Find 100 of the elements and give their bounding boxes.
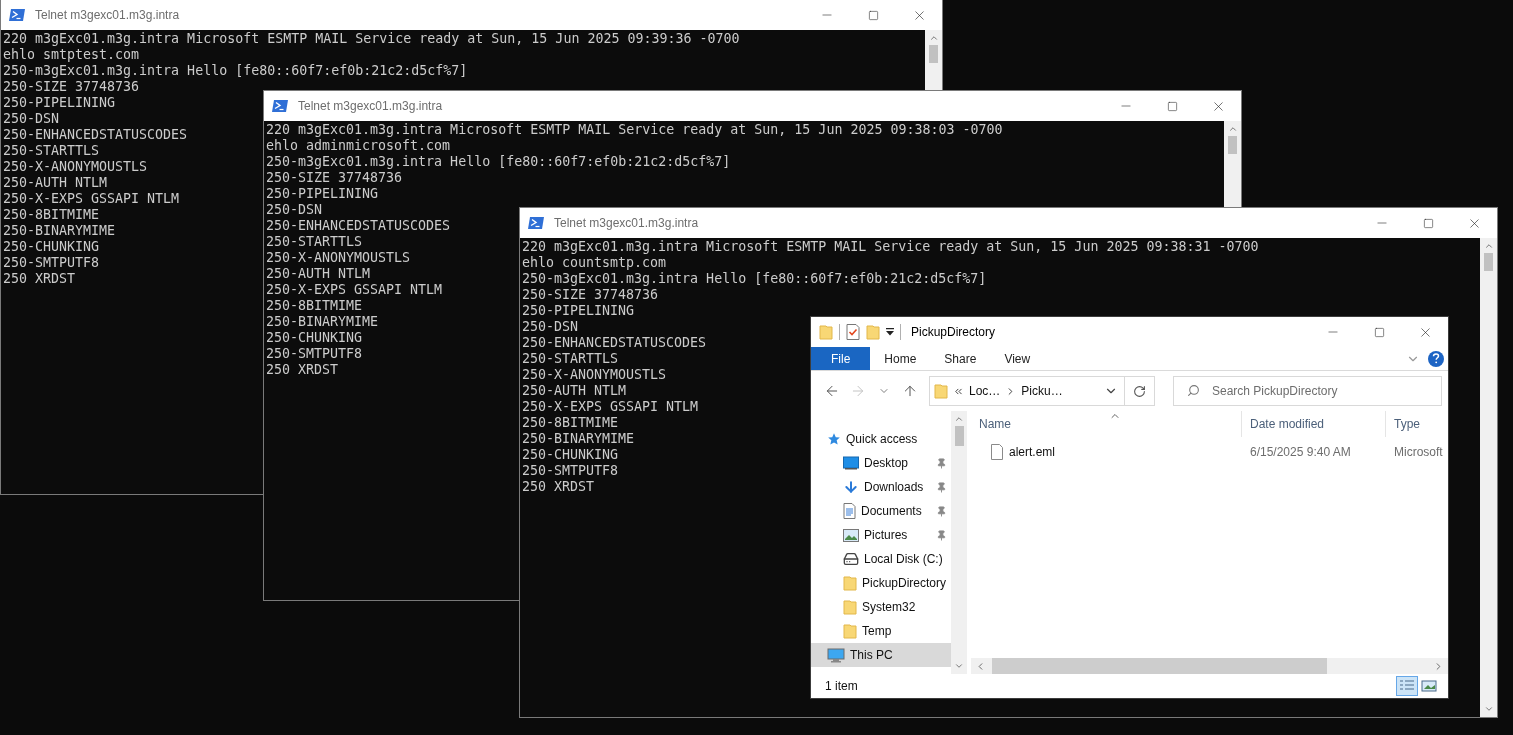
ribbon-tab[interactable]: Home	[870, 347, 931, 370]
terminal-line: 250-m3gExc01.m3g.intra Hello [fe80::60f7:ef0b:21c2:d5cf%7]	[522, 271, 987, 287]
scroll-up-icon[interactable]	[928, 33, 939, 43]
terminal-line: 250-SIZE 37748736	[522, 287, 659, 303]
search-field[interactable]: Search PickupDirectory	[1173, 376, 1442, 406]
help-icon[interactable]	[1428, 350, 1444, 367]
terminal-line: 250-AUTH NTLM	[266, 266, 371, 282]
terminal-line: 250-m3gExc01.m3g.intra Hello [fe80::60f7:ef0b:21c2:d5cf%7]	[266, 154, 731, 170]
sidebar-item[interactable]: Documents	[811, 499, 951, 523]
terminal-line: 250-DSN	[266, 202, 323, 218]
terminal-line: 250 XRDST	[3, 271, 76, 287]
folder-icon	[934, 383, 948, 399]
terminal-line: 250-PIPELINING	[522, 303, 635, 319]
refresh-icon	[1133, 384, 1146, 398]
column-header[interactable]: Type	[1386, 411, 1448, 437]
terminal-line: 250-SMTPUTF8	[266, 346, 363, 362]
sidebar-item[interactable]: Quick access	[811, 427, 951, 451]
maximize-icon	[867, 9, 879, 21]
terminal-line: 220 m3gExc01.m3g.intra Microsoft ESMTP MAIL Service ready at Sun, 15 Jun 2025 09:38:31 -0700	[522, 239, 1259, 255]
file-name: alert.eml	[1009, 445, 1055, 459]
terminal-icon	[528, 216, 544, 230]
file-icon	[991, 444, 1003, 460]
star-icon	[827, 432, 841, 446]
sidebar-item[interactable]: This PC	[811, 643, 951, 667]
terminal-line: 250-AUTH NTLM	[3, 175, 108, 191]
breadcrumb[interactable]: Loc…	[969, 384, 1001, 398]
terminal-line: ehlo adminmicrosoft.com	[266, 138, 451, 154]
scroll-down-icon[interactable]	[954, 661, 964, 671]
terminal-line: 250-CHUNKING	[3, 239, 100, 255]
terminal-line: 250-8BITMIME	[266, 298, 363, 314]
computer-icon	[827, 647, 845, 663]
file-name-cell[interactable]: alert.eml	[971, 444, 1242, 460]
arrow-up-icon	[902, 383, 918, 399]
sidebar-item[interactable]: Desktop	[811, 451, 951, 475]
terminal-line: 220 m3gExc01.m3g.intra Microsoft ESMTP MAIL Service ready at Sun, 15 Jun 2025 09:38:03 -0700	[266, 122, 1003, 138]
details-list-icon	[1399, 679, 1415, 693]
scroll-up-icon[interactable]	[1227, 124, 1238, 134]
terminal-line: 250-X-ANONYMOUSTLS	[3, 159, 148, 175]
file-menu-button[interactable]: File	[811, 347, 871, 370]
folder-icon	[843, 599, 857, 615]
scroll-down-icon[interactable]	[1483, 704, 1494, 714]
terminal-line: 250-m3gExc01.m3g.intra Hello [fe80::60f7:ef0b:21c2:d5cf%7]	[3, 63, 468, 79]
download-arrow-icon	[843, 479, 859, 495]
terminal-icon	[9, 8, 25, 22]
sidebar-item[interactable]: Temp	[811, 619, 951, 643]
address-bar[interactable]: Loc… Picku…	[929, 376, 1155, 406]
picture-icon	[843, 528, 859, 542]
scrollbar-thumb[interactable]	[929, 45, 938, 63]
terminal-line: 250-PIPELINING	[266, 186, 379, 202]
maximize-icon	[1166, 100, 1178, 112]
drive-icon	[843, 551, 859, 567]
scrollbar-thumb[interactable]	[1228, 136, 1237, 154]
terminal-line: 250-8BITMIME	[522, 415, 619, 431]
properties-icon[interactable]	[846, 324, 860, 340]
terminal-line: ehlo smtptest.com	[3, 47, 140, 63]
window-title: PickupDirectory	[911, 325, 996, 339]
sidebar-item[interactable]: Pictures	[811, 523, 951, 547]
terminal-line: 250-SMTPUTF8	[522, 463, 619, 479]
column-header[interactable]: Date modified	[1242, 411, 1386, 437]
folder-icon	[843, 623, 857, 639]
scrollbar-thumb[interactable]	[1484, 253, 1493, 271]
scrollbar-thumb[interactable]	[954, 426, 964, 446]
dropdown-icon[interactable]	[886, 328, 894, 336]
window-title: Telnet m3gexc01.m3g.intra	[298, 99, 443, 113]
folder-icon	[819, 324, 833, 340]
maximize-icon	[1422, 217, 1434, 229]
terminal-icon	[272, 99, 288, 113]
terminal-line: 250-BINARYMIME	[522, 431, 635, 447]
terminal-line: 250-PIPELINING	[3, 95, 116, 111]
terminal-line: 250-ENHANCEDSTATUSCODES	[522, 335, 707, 351]
terminal-line: 250-BINARYMIME	[3, 223, 116, 239]
sidebar-item[interactable]: System32	[811, 595, 951, 619]
sidebar-item[interactable]: Local Disk (C:)	[811, 547, 951, 571]
terminal-line: 250-8BITMIME	[3, 207, 100, 223]
terminal-line: 250-ENHANCEDSTATUSCODES	[266, 218, 451, 234]
pin-icon	[936, 529, 947, 541]
breadcrumb[interactable]: Picku…	[1021, 384, 1063, 398]
monitor-icon	[843, 456, 859, 470]
type-cell-text: Microsoft	[1393, 445, 1444, 459]
date-cell-text: 6/15/2025 9:40 AM	[1249, 445, 1352, 459]
ribbon-tab[interactable]: Share	[930, 347, 991, 370]
sidebar-item[interactable]: PickupDirectory	[811, 571, 951, 595]
thumbnail-icon	[1421, 679, 1437, 693]
status-text: 1 item	[825, 679, 858, 693]
scroll-up-icon[interactable]	[1483, 241, 1494, 251]
ribbon-tab[interactable]: View	[990, 347, 1045, 370]
column-header[interactable]: Name	[971, 411, 1242, 437]
terminal-line: 250-X-EXPS GSSAPI NTLM	[3, 191, 180, 207]
terminal-line: 250-SIZE 37748736	[3, 79, 140, 95]
scroll-up-icon[interactable]	[954, 414, 964, 424]
terminal-line: 250-SIZE 37748736	[266, 170, 403, 186]
pin-icon	[936, 481, 947, 493]
folder-icon	[843, 575, 857, 591]
pin-icon	[936, 457, 947, 469]
document-icon	[843, 503, 856, 519]
horizontal-scrollbar[interactable]	[971, 658, 1448, 674]
window-title: Telnet m3gexc01.m3g.intra	[554, 216, 699, 230]
details-view-button[interactable]	[1396, 676, 1418, 696]
sidebar-item[interactable]: Downloads	[811, 475, 951, 499]
terminal-line: 250-AUTH NTLM	[522, 383, 627, 399]
